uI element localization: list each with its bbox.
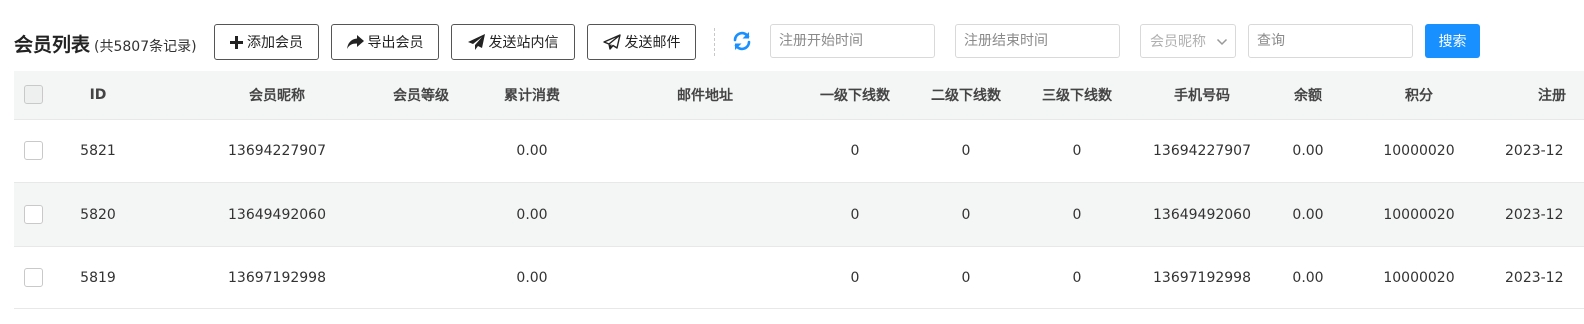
table-row: 5821 13694227907 0.00 0 0 0 13694227907 … [14,120,1584,183]
cell-level2-downline: 0 [961,206,971,223]
cell-points: 10000020 [1383,143,1455,159]
column-header-total-spent[interactable]: 累计消费 [482,71,582,119]
column-header-level2-downline[interactable]: 二级下线数 [916,71,1016,119]
page-title-text: 会员列表 [14,34,91,56]
cell-phone: 13694227907 [1153,143,1251,159]
member-table: ID 会员昵称 会员等级 累计消费 邮件地址 一级下线数 二级下线数 三级下线数… [14,71,1584,309]
toolbar-divider [714,28,715,56]
select-all-checkbox[interactable] [24,85,43,104]
cell-level1-downline: 0 [850,143,860,159]
send-email-label: 发送邮件 [624,35,681,51]
add-member-button[interactable]: 添加会员 [214,24,319,60]
cell-level [371,183,471,246]
column-header-id[interactable]: ID [59,71,137,119]
column-header-email[interactable]: 邮件地址 [605,71,805,119]
search-button[interactable]: 搜索 [1425,24,1480,58]
send-email-button[interactable]: 发送邮件 [587,24,696,60]
cell-balance: 0.00 [1292,206,1324,223]
column-header-points[interactable]: 积分 [1359,71,1479,119]
cell-balance: 0.00 [1292,143,1324,159]
send-message-label: 发送站内信 [488,35,559,51]
share-arrow-icon [346,35,364,49]
cell-total-spent: 0.00 [516,143,548,159]
column-header-level[interactable]: 会员等级 [371,71,471,119]
paper-plane-filled-icon [467,34,485,50]
row-checkbox[interactable] [24,204,43,224]
column-header-level1-downline[interactable]: 一级下线数 [805,71,905,119]
paper-plane-outline-icon [602,34,621,50]
cell-level3-downline: 0 [1072,206,1082,223]
cell-nickname: 13697192998 [228,269,326,286]
query-input[interactable] [1248,24,1413,58]
cell-email [605,183,805,246]
export-members-button[interactable]: 导出会员 [331,24,439,60]
table-row: 5820 13649492060 0.00 0 0 0 13649492060 … [14,183,1584,247]
refresh-icon [733,31,751,51]
toolbar: 会员列表(共5807条记录) 添加会员 导出会员 发送站内信 发送邮件 会员昵称… [0,0,1584,72]
cell-email [605,247,805,308]
column-header-phone[interactable]: 手机号码 [1137,71,1267,119]
column-header-level3-downline[interactable]: 三级下线数 [1027,71,1127,119]
chevron-down-icon [1216,38,1228,46]
cell-phone: 13697192998 [1153,269,1251,286]
cell-level1-downline: 0 [850,206,860,223]
cell-nickname: 13649492060 [228,206,326,223]
cell-phone: 13649492060 [1153,206,1251,223]
row-checkbox[interactable] [24,267,43,287]
cell-id: 5821 [80,143,116,159]
cell-level [371,247,471,308]
cell-level2-downline: 0 [961,143,971,159]
plus-icon [230,35,243,49]
cell-level3-downline: 0 [1072,269,1082,286]
registration-end-input[interactable] [955,24,1120,58]
cell-points: 10000020 [1383,206,1455,223]
column-header-nickname[interactable]: 会员昵称 [197,71,357,119]
registration-start-input[interactable] [770,24,935,58]
cell-total-spent: 0.00 [516,269,548,286]
cell-registration: 2023-12 [1505,269,1564,286]
cell-email [605,120,805,182]
cell-level [371,120,471,182]
cell-points: 10000020 [1383,269,1455,286]
page-title: 会员列表 (共5807条记录) [14,30,197,57]
export-members-label: 导出会员 [367,35,424,51]
record-count: (共5807条记录) [94,39,197,55]
refresh-button[interactable] [732,30,752,52]
cell-balance: 0.00 [1292,269,1324,286]
table-row: 5819 13697192998 0.00 0 0 0 13697192998 … [14,247,1584,309]
cell-registration: 2023-12 [1505,143,1564,159]
table-header: ID 会员昵称 会员等级 累计消费 邮件地址 一级下线数 二级下线数 三级下线数… [14,71,1584,120]
search-field-value: 会员昵称 [1150,34,1206,50]
cell-id: 5820 [80,206,116,223]
search-field-select[interactable]: 会员昵称 [1140,24,1236,58]
column-header-balance[interactable]: 余额 [1273,71,1343,119]
cell-id: 5819 [80,269,116,286]
add-member-label: 添加会员 [247,35,303,51]
column-header-registration[interactable]: 注册 [1538,71,1566,119]
cell-registration: 2023-12 [1505,206,1564,223]
send-message-button[interactable]: 发送站内信 [451,24,575,60]
cell-nickname: 13694227907 [228,143,326,159]
cell-level1-downline: 0 [850,269,860,286]
cell-level2-downline: 0 [961,269,971,286]
cell-level3-downline: 0 [1072,143,1082,159]
cell-total-spent: 0.00 [516,206,548,223]
row-checkbox[interactable] [24,141,43,160]
